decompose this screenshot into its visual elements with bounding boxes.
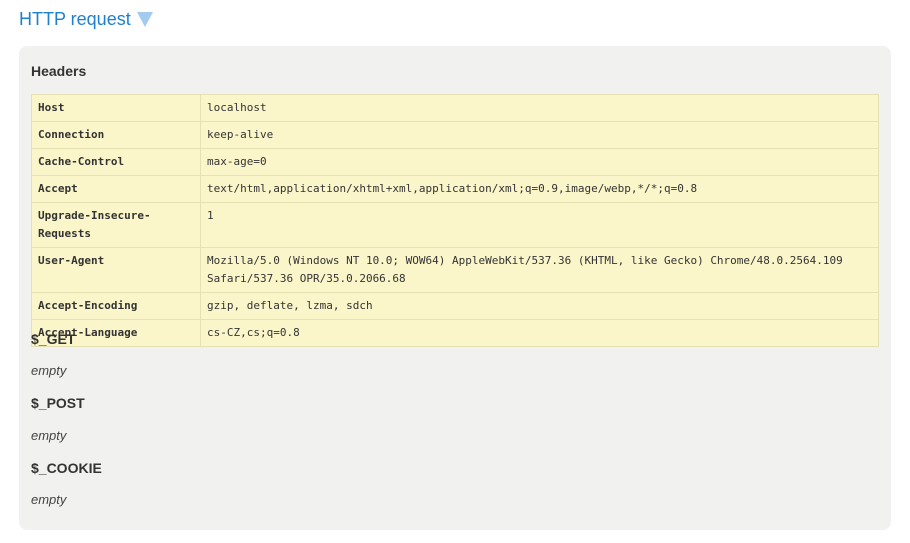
table-row: User-Agent Mozilla/5.0 (Windows NT 10.0;… — [31, 247, 879, 293]
header-value: localhost — [200, 94, 879, 122]
cookie-heading: $_COOKIE — [31, 460, 102, 476]
request-panel: Headers Host localhost Connection keep-a… — [19, 46, 891, 530]
get-empty-text: empty — [31, 363, 67, 378]
headers-heading: Headers — [31, 63, 87, 79]
post-empty-text: empty — [31, 428, 67, 443]
table-row: Cache-Control max-age=0 — [31, 148, 879, 176]
header-key: Accept-Encoding — [31, 292, 201, 320]
header-value: cs-CZ,cs;q=0.8 — [200, 319, 879, 347]
get-heading: $_GET — [31, 331, 76, 347]
table-row: Upgrade-Insecure-Requests 1 — [31, 202, 879, 248]
header-key: Connection — [31, 121, 201, 149]
header-key: Cache-Control — [31, 148, 201, 176]
header-value: gzip, deflate, lzma, sdch — [200, 292, 879, 320]
table-row: Accept text/html,application/xhtml+xml,a… — [31, 175, 879, 203]
table-row: Accept-Encoding gzip, deflate, lzma, sdc… — [31, 292, 879, 320]
header-value: text/html,application/xhtml+xml,applicat… — [200, 175, 879, 203]
header-value: 1 — [200, 202, 879, 248]
post-heading: $_POST — [31, 395, 85, 411]
table-row: Connection keep-alive — [31, 121, 879, 149]
headers-table: Host localhost Connection keep-alive Cac… — [31, 94, 879, 347]
header-value: keep-alive — [200, 121, 879, 149]
header-value: Mozilla/5.0 (Windows NT 10.0; WOW64) App… — [200, 247, 879, 293]
header-key: Upgrade-Insecure-Requests — [31, 202, 201, 248]
http-request-toggle[interactable]: HTTP request — [19, 9, 153, 30]
header-key: Host — [31, 94, 201, 122]
table-row: Host localhost — [31, 94, 879, 122]
header-key: Accept — [31, 175, 201, 203]
cookie-empty-text: empty — [31, 492, 67, 507]
triangle-down-icon — [136, 12, 153, 27]
table-row: Accept-Language cs-CZ,cs;q=0.8 — [31, 319, 879, 347]
header-key: User-Agent — [31, 247, 201, 293]
http-request-label: HTTP request — [19, 9, 131, 29]
header-value: max-age=0 — [200, 148, 879, 176]
